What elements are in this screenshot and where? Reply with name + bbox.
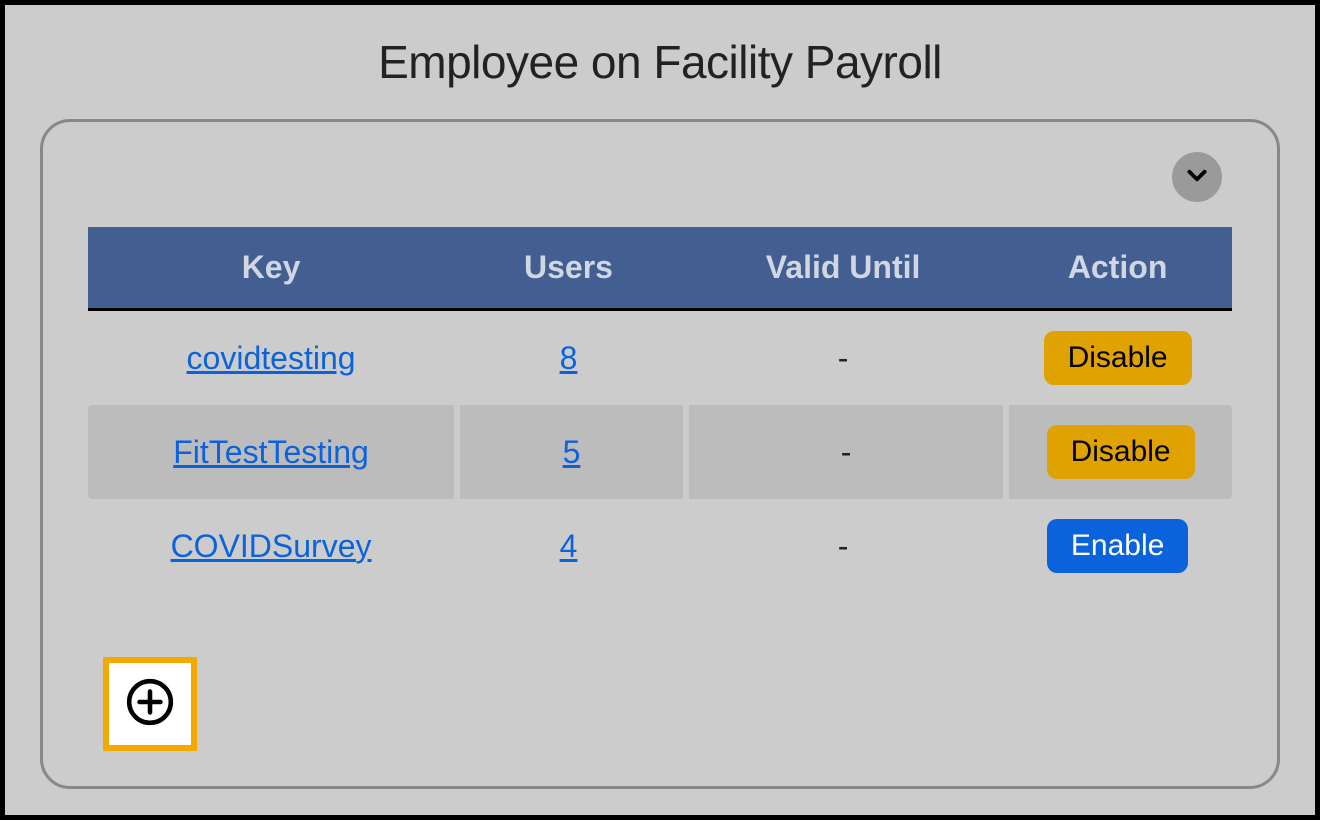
users-link[interactable]: 8 [560, 340, 578, 376]
table-row: FitTestTesting 5 - Disable [88, 405, 1232, 499]
users-link[interactable]: 5 [563, 434, 581, 470]
valid-until-cell: - [683, 405, 1003, 499]
key-link[interactable]: FitTestTesting [173, 434, 369, 470]
header-valid-until: Valid Until [683, 227, 1003, 311]
users-link[interactable]: 4 [560, 528, 578, 564]
header-action: Action [1003, 227, 1232, 311]
payroll-table: Key Users Valid Until Action covidtestin… [88, 227, 1232, 593]
collapse-toggle[interactable] [1172, 152, 1222, 202]
disable-button[interactable]: Disable [1047, 425, 1195, 479]
header-key: Key [88, 227, 454, 311]
add-button[interactable] [103, 657, 197, 751]
enable-button[interactable]: Enable [1047, 519, 1188, 573]
key-link[interactable]: COVIDSurvey [171, 528, 372, 564]
valid-until-cell: - [683, 499, 1003, 593]
table-row: COVIDSurvey 4 - Enable [88, 499, 1232, 593]
header-users: Users [454, 227, 683, 311]
panel: Key Users Valid Until Action covidtestin… [40, 119, 1280, 789]
chevron-down-icon [1184, 162, 1210, 193]
valid-until-cell: - [683, 311, 1003, 405]
key-link[interactable]: covidtesting [187, 340, 356, 376]
table-row: covidtesting 8 - Disable [88, 311, 1232, 405]
table-header-row: Key Users Valid Until Action [88, 227, 1232, 311]
disable-button[interactable]: Disable [1044, 331, 1192, 385]
plus-circle-icon [125, 677, 175, 732]
page-title: Employee on Facility Payroll [40, 35, 1280, 89]
